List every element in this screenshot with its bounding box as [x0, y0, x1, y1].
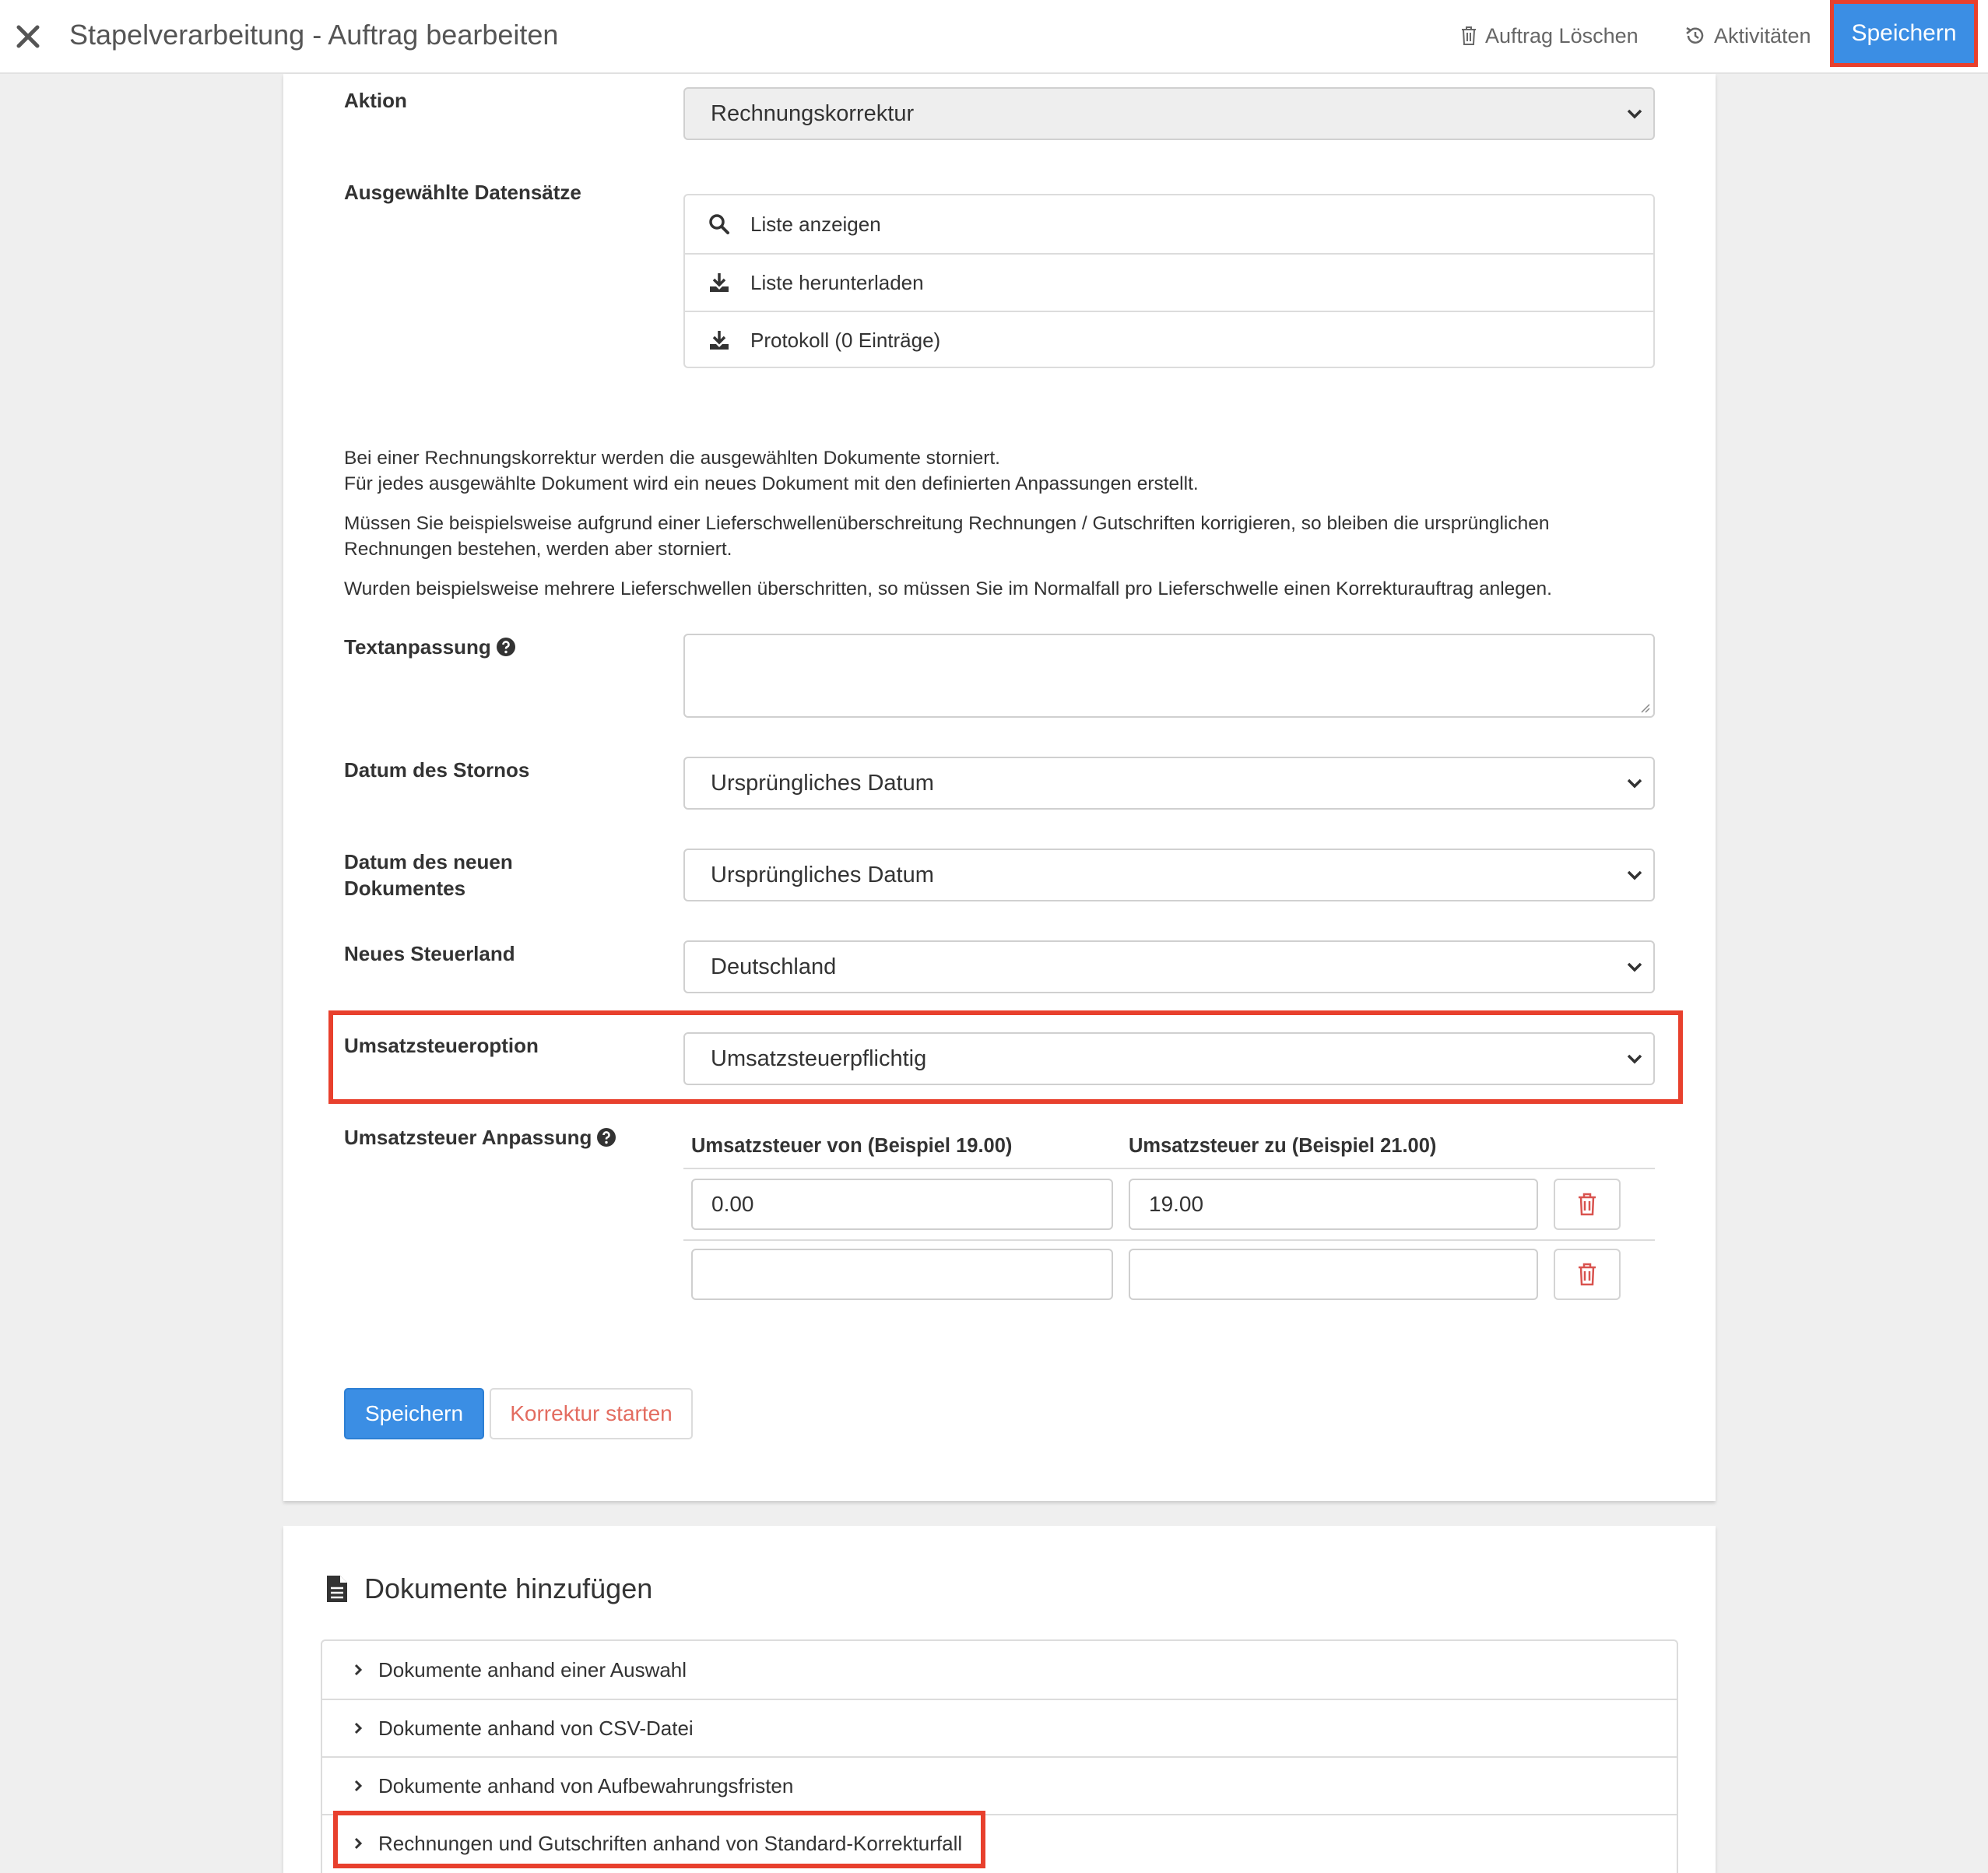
trash-icon: [1579, 1263, 1596, 1286]
activities-button[interactable]: Aktivitäten: [1684, 19, 1811, 53]
documents-title: Dokumente hinzufügen: [364, 1573, 653, 1604]
info-text-1: Bei einer Rechnungskorrektur werden die …: [344, 448, 1000, 469]
top-save-highlight: Speichern: [1830, 0, 1978, 67]
delete-order-button[interactable]: Auftrag Löschen: [1460, 19, 1639, 53]
datensaetze-label: Ausgewählte Datensätze: [344, 181, 581, 204]
chevron-down-icon: [1627, 778, 1642, 789]
chevron-right-icon: [354, 1664, 363, 1676]
textanpassung-label: Textanpassung: [344, 635, 491, 659]
help-icon[interactable]: [496, 637, 516, 657]
list-item-label: Liste anzeigen: [750, 212, 881, 236]
chevron-down-icon: [1627, 1054, 1642, 1064]
download-icon: [710, 273, 729, 292]
chevron-right-icon: [354, 1722, 363, 1734]
steuerland-label: Neues Steuerland: [344, 942, 515, 965]
activities-label: Aktivitäten: [1714, 23, 1811, 47]
chevron-down-icon: [1627, 870, 1642, 880]
datum-storno-select[interactable]: Ursprüngliches Datum: [683, 757, 1655, 810]
ust-to-input[interactable]: [1129, 1249, 1538, 1300]
datum-neu-value: Ursprüngliches Datum: [711, 862, 934, 887]
top-bar: Stapelverarbeitung - Auftrag bearbeiten …: [0, 0, 1988, 74]
info-text-3: Müssen Sie beispielsweise aufgrund einer…: [344, 513, 1550, 534]
accordion-item-label: Dokumente anhand von Aufbewahrungsfriste…: [378, 1773, 794, 1797]
aktion-label: Aktion: [344, 89, 407, 112]
close-icon[interactable]: [14, 17, 42, 53]
chevron-down-icon: [1627, 962, 1642, 972]
window-title: Stapelverarbeitung - Auftrag bearbeiten: [69, 19, 559, 51]
delete-row-button[interactable]: [1554, 1179, 1621, 1230]
aktion-value: Rechnungskorrektur: [711, 100, 915, 126]
ust-from-input[interactable]: [691, 1249, 1113, 1300]
history-icon: [1686, 26, 1704, 44]
datum-storno-label: Datum des Stornos: [344, 758, 530, 782]
ust-from-input[interactable]: 0.00: [691, 1179, 1113, 1230]
col-ust-from-header: Umsatzsteuer von (Beispiel 19.00): [691, 1135, 1013, 1157]
ust-to-value: 19.00: [1149, 1192, 1204, 1216]
accordion-item-label: Dokumente anhand von CSV-Datei: [378, 1716, 694, 1740]
list-item-show-list[interactable]: Liste anzeigen: [685, 195, 1653, 253]
accordion-item-label: Dokumente anhand einer Auswahl: [378, 1657, 687, 1681]
search-icon: [709, 214, 729, 234]
ust-from-value: 0.00: [711, 1192, 754, 1216]
documents-section-title: Dokumente hinzufügen: [325, 1573, 652, 1605]
chevron-down-icon: [1627, 109, 1642, 119]
steuerland-value: Deutschland: [711, 954, 837, 979]
table-header-divider: [683, 1168, 1655, 1169]
info-text-4: Rechnungen bestehen, werden aber stornie…: [344, 539, 732, 560]
textanpassung-label-row: Textanpassung: [344, 634, 516, 660]
datum-neu-label-2: Dokumentes: [344, 877, 466, 900]
trash-icon: [1462, 26, 1476, 45]
list-item-label: Protokoll (0 Einträge): [750, 328, 941, 352]
datum-neu-label-1: Datum des neuen: [344, 850, 513, 873]
aktion-select[interactable]: Rechnungskorrektur: [683, 87, 1655, 140]
standard-correction-highlight: [333, 1811, 985, 1868]
download-icon: [710, 331, 729, 350]
start-correction-button[interactable]: Korrektur starten: [490, 1388, 693, 1439]
trash-icon: [1579, 1193, 1596, 1216]
document-icon: [327, 1576, 347, 1602]
table-row-divider: [683, 1239, 1655, 1241]
datum-neu-select[interactable]: Ursprüngliches Datum: [683, 849, 1655, 901]
ust-option-value: Umsatzsteuerpflichtig: [711, 1045, 927, 1071]
delete-order-label: Auftrag Löschen: [1485, 23, 1639, 47]
accordion-item-csv[interactable]: Dokumente anhand von CSV-Datei: [322, 1699, 1677, 1757]
delete-row-button[interactable]: [1554, 1249, 1621, 1300]
ust-option-label: Umsatzsteueroption: [344, 1034, 539, 1057]
datum-storno-value: Ursprüngliches Datum: [711, 770, 934, 796]
list-item-protocol[interactable]: Protokoll (0 Einträge): [685, 311, 1653, 369]
records-list: Liste anzeigen Liste herunterladen Proto…: [683, 194, 1655, 368]
ust-anpassung-label: Umsatzsteuer Anpassung: [344, 1126, 592, 1149]
list-item-download-list[interactable]: Liste herunterladen: [685, 254, 1653, 311]
info-text-2: Für jedes ausgewählte Dokument wird ein …: [344, 473, 1199, 494]
chevron-right-icon: [354, 1780, 363, 1792]
textanpassung-textarea[interactable]: [683, 634, 1655, 718]
help-icon[interactable]: [596, 1127, 616, 1147]
steuerland-select[interactable]: Deutschland: [683, 940, 1655, 993]
col-ust-to-header: Umsatzsteuer zu (Beispiel 21.00): [1129, 1135, 1437, 1157]
info-text-5: Wurden beispielsweise mehrere Lieferschw…: [344, 578, 1552, 599]
resize-grip-icon[interactable]: [1638, 701, 1650, 713]
ust-option-select[interactable]: Umsatzsteuerpflichtig: [683, 1032, 1655, 1085]
top-save-button[interactable]: Speichern: [1834, 4, 1974, 63]
accordion-item-selection[interactable]: Dokumente anhand einer Auswahl: [322, 1641, 1677, 1699]
accordion-item-retention[interactable]: Dokumente anhand von Aufbewahrungsfriste…: [322, 1757, 1677, 1815]
list-item-label: Liste herunterladen: [750, 270, 924, 294]
ust-anpassung-label-row: Umsatzsteuer Anpassung: [344, 1124, 616, 1151]
save-button[interactable]: Speichern: [344, 1388, 484, 1439]
ust-to-input[interactable]: 19.00: [1129, 1179, 1538, 1230]
